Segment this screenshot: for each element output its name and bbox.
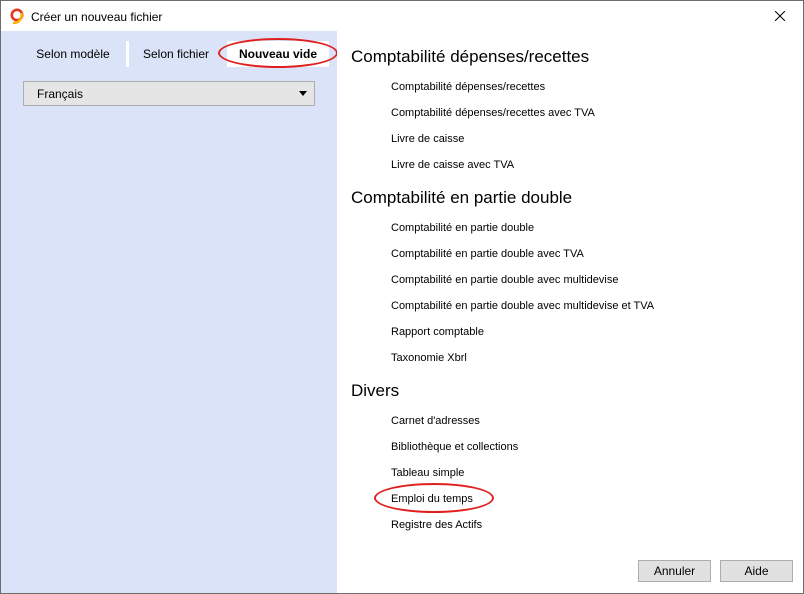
dropdown-arrow-icon (299, 91, 307, 96)
list-item[interactable]: Comptabilité dépenses/recettes avec TVA (391, 107, 595, 119)
list-item[interactable]: Livre de caisse (391, 133, 464, 145)
list-item[interactable]: Comptabilité en partie double (391, 222, 534, 234)
list-item[interactable]: Registre des Actifs (391, 519, 482, 531)
language-select[interactable]: Français (23, 81, 315, 106)
cancel-button[interactable]: Annuler (638, 560, 711, 582)
title-bar: Créer un nouveau fichier (1, 1, 803, 31)
list-item[interactable]: Tableau simple (391, 467, 464, 479)
help-button[interactable]: Aide (720, 560, 793, 582)
tab-selon-fichier[interactable]: Selon fichier (131, 41, 221, 67)
close-icon (775, 11, 785, 21)
left-pane: Selon modèle Selon fichier Nouveau vide … (1, 31, 338, 593)
list-item[interactable]: Bibliothèque et collections (391, 441, 518, 453)
section-heading-partie-double: Comptabilité en partie double (351, 188, 573, 207)
list-item[interactable]: Comptabilité en partie double avec multi… (391, 274, 618, 286)
list-item[interactable]: Taxonomie Xbrl (391, 352, 467, 364)
annotation-circle-item (374, 483, 494, 513)
list-item[interactable]: Livre de caisse avec TVA (391, 159, 514, 171)
section-heading-divers: Divers (351, 381, 400, 400)
tab-separator (126, 41, 129, 67)
window-title: Créer un nouveau fichier (31, 10, 163, 24)
annotation-circle-tab (218, 38, 338, 68)
list-item[interactable]: Rapport comptable (391, 326, 484, 338)
close-button[interactable] (757, 1, 803, 31)
list-item[interactable]: Comptabilité en partie double avec multi… (391, 300, 654, 312)
list-item[interactable]: Carnet d'adresses (391, 415, 480, 427)
tab-selon-modele[interactable]: Selon modèle (21, 41, 125, 67)
section-heading-depenses-recettes: Comptabilité dépenses/recettes (351, 47, 590, 66)
banana-logo-icon (10, 8, 24, 24)
template-list: Comptabilité dépenses/recettes Comptabil… (337, 31, 803, 593)
list-item[interactable]: Comptabilité dépenses/recettes (391, 81, 545, 93)
list-item[interactable]: Comptabilité en partie double avec TVA (391, 248, 584, 260)
language-select-value: Français (37, 87, 84, 101)
dialog-window: Créer un nouveau fichier Selon modèle Se… (0, 0, 804, 594)
